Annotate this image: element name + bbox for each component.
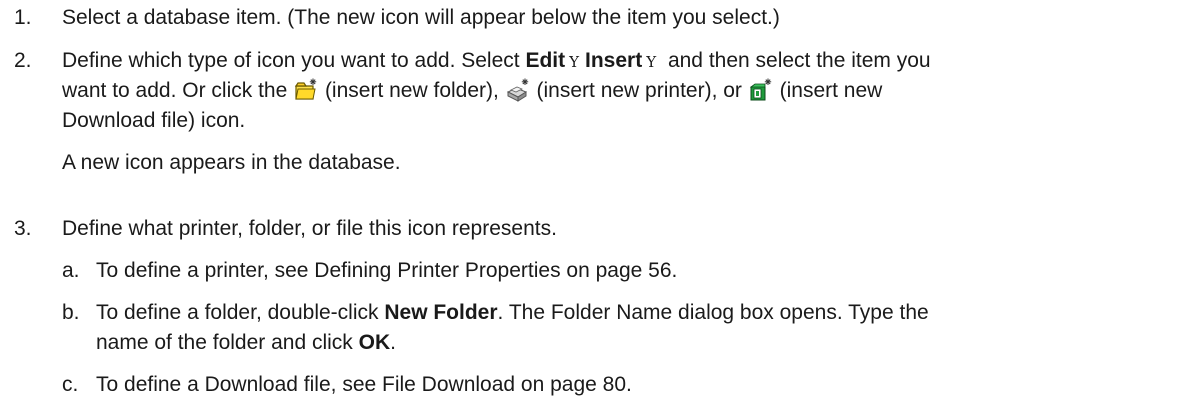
ok-label: OK [358,331,391,354]
substep-text: To define a folder, double-click [96,301,385,324]
menu-insert-label: Insert [585,49,643,72]
step-text: and then select the item you [662,49,931,72]
step-text: Define what printer, folder, or file thi… [62,217,557,240]
substep-text: name of the folder and click [96,331,359,354]
step-text: want to add. Or click the [62,79,294,102]
menu-edit-label: Edit [525,49,566,72]
substep-letter: c. [62,373,79,396]
step-text: (insert new [773,79,883,102]
substep-line: To define a folder, double-click New Fol… [96,298,1162,328]
step-number: 2. [14,49,32,72]
step-3: 3. Define what printer, folder, or file … [14,214,1164,244]
substep-c: c. To define a Download file, see File D… [62,370,1162,400]
step-line: want to add. Or click the (insert new fo… [62,76,1164,106]
substep-b: b. To define a folder, double-click New … [62,298,1162,358]
step-text: Select a database item. (The new icon wi… [62,6,780,29]
substep-a: a. To define a printer, see Defining Pri… [62,256,1162,286]
substep-text: To define a Download file, see File Down… [96,373,632,396]
step-2: 2. Define which type of icon you want to… [14,46,1164,178]
step-result: A new icon appears in the database. [62,151,401,174]
step-number: 1. [14,6,32,29]
substep-letter: b. [62,301,80,324]
insert-download-icon [749,78,773,102]
new-folder-label: New Folder [384,301,498,324]
step-line: Define which type of icon you want to ad… [62,46,1164,76]
substep-letter: a. [62,259,80,282]
step-text: Define which type of icon you want to ad… [62,49,526,72]
menu-arrow: Y [646,53,657,71]
menu-arrow: Y [569,53,580,71]
substep-text: To define a printer, see Defining Printe… [96,259,678,282]
step-line: Download file) icon. [62,109,246,132]
step-1: 1. Select a database item. (The new icon… [14,3,1164,33]
step-text: (insert new folder), [319,79,505,102]
substep-text: . The Folder Name dialog box opens. Type… [497,301,929,324]
step-text: (insert new printer), or [530,79,748,102]
substep-line: name of the folder and click OK. [96,328,1162,358]
step-number: 3. [14,217,32,240]
insert-printer-icon [506,78,530,102]
substep-text: . [390,331,396,354]
insert-folder-icon [294,78,318,102]
